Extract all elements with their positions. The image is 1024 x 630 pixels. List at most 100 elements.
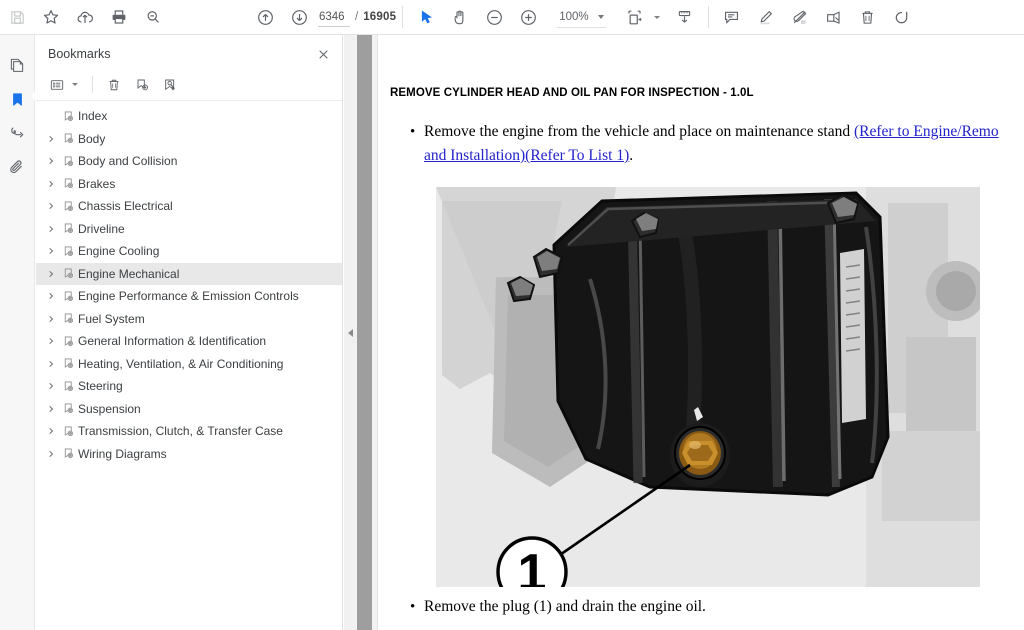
sidebar-item-signature[interactable] bbox=[2, 116, 32, 150]
favorite-button[interactable] bbox=[34, 2, 68, 32]
panel-collapse-handle[interactable] bbox=[344, 35, 357, 630]
bookmark-item[interactable]: Driveline bbox=[36, 218, 342, 241]
chevron-right-icon[interactable] bbox=[44, 270, 58, 278]
select-tool-button[interactable] bbox=[409, 2, 443, 32]
chevron-right-icon[interactable] bbox=[44, 427, 58, 435]
chevron-right-icon[interactable] bbox=[44, 405, 58, 413]
bookmark-item[interactable]: Wiring Diagrams bbox=[36, 443, 342, 466]
top-toolbar: / 16905 bbox=[0, 0, 1024, 35]
toolbar-annotation-group bbox=[715, 0, 919, 35]
refer-link-2[interactable]: and Installation)(Refer To List 1) bbox=[424, 147, 629, 164]
zoom-in-button[interactable] bbox=[511, 2, 545, 32]
document-viewer[interactable]: REMOVE CYLINDER HEAD AND OIL PAN FOR INS… bbox=[372, 35, 1024, 630]
bookmark-icon bbox=[58, 222, 78, 235]
bookmark-item[interactable]: Steering bbox=[36, 375, 342, 398]
bookmark-item[interactable]: Transmission, Clutch, & Transfer Case bbox=[36, 420, 342, 443]
bookmark-item-label: Engine Cooling bbox=[78, 244, 160, 259]
sidebar-item-attachments[interactable] bbox=[2, 150, 32, 184]
zoom-level-value: 100% bbox=[559, 10, 589, 23]
page-fit-button[interactable] bbox=[618, 2, 652, 32]
chevron-down-icon bbox=[597, 14, 604, 19]
rotate-button[interactable] bbox=[885, 2, 919, 32]
bookmark-item[interactable]: Engine Mechanical bbox=[36, 262, 342, 285]
bookmark-item[interactable]: Chassis Electrical bbox=[36, 195, 342, 218]
chevron-right-icon[interactable] bbox=[44, 157, 58, 165]
bookmark-icon bbox=[58, 380, 78, 393]
chevron-right-icon[interactable] bbox=[44, 247, 58, 255]
chevron-right-icon[interactable] bbox=[44, 450, 58, 458]
bookmark-icon bbox=[58, 290, 78, 303]
pdf-page: REMOVE CYLINDER HEAD AND OIL PAN FOR INS… bbox=[378, 35, 1024, 630]
chevron-right-icon[interactable] bbox=[44, 225, 58, 233]
bookmark-item-label: Chassis Electrical bbox=[78, 199, 173, 214]
print-button[interactable] bbox=[102, 2, 136, 32]
sidebar-item-bookmarks[interactable] bbox=[2, 82, 37, 116]
instruction-bullet-1: • Remove the engine from the vehicle and… bbox=[408, 120, 1024, 168]
bookmarks-toolbar-divider bbox=[92, 76, 93, 93]
vertical-scrollbar-track[interactable] bbox=[357, 35, 372, 630]
upload-button[interactable] bbox=[68, 2, 102, 32]
page-indicator: / 16905 bbox=[318, 7, 397, 27]
stamp-button[interactable] bbox=[817, 2, 851, 32]
chevron-right-icon[interactable] bbox=[44, 315, 58, 323]
chevron-right-icon[interactable] bbox=[44, 360, 58, 368]
pan-tool-button[interactable] bbox=[443, 2, 477, 32]
engine-oil-pan-photo: 1 bbox=[436, 187, 980, 587]
close-icon[interactable] bbox=[314, 45, 332, 63]
bookmark-item[interactable]: Suspension bbox=[36, 398, 342, 421]
highlight-button[interactable] bbox=[749, 2, 783, 32]
chevron-right-icon[interactable] bbox=[44, 382, 58, 390]
bookmark-item-label: Suspension bbox=[78, 401, 141, 416]
bookmark-item[interactable]: General Information & Identification bbox=[36, 330, 342, 353]
zoom-out-button[interactable] bbox=[477, 2, 511, 32]
stamp-download-button[interactable] bbox=[668, 2, 702, 32]
bookmarks-toolbar bbox=[36, 69, 342, 101]
bookmark-find-button[interactable] bbox=[157, 73, 183, 97]
bookmark-item[interactable]: Heating, Ventilation, & Air Conditioning bbox=[36, 353, 342, 376]
bookmark-icon bbox=[58, 267, 78, 280]
bookmark-item-label: Engine Performance & Emission Controls bbox=[78, 289, 299, 304]
bookmark-add-button[interactable] bbox=[129, 73, 155, 97]
bookmark-item[interactable]: Index bbox=[36, 105, 342, 128]
search-button[interactable] bbox=[136, 2, 170, 32]
refer-link-1[interactable]: (Refer to Engine/Remo bbox=[854, 123, 999, 140]
page-total: 16905 bbox=[363, 11, 397, 23]
bookmark-item[interactable]: Body bbox=[36, 128, 342, 151]
bookmarks-panel-title: Bookmarks bbox=[48, 47, 111, 61]
zoom-level-select[interactable]: 100% bbox=[557, 7, 606, 28]
bookmark-item-label: General Information & Identification bbox=[78, 334, 267, 349]
page-number-input[interactable] bbox=[318, 7, 350, 27]
bookmark-options-button[interactable] bbox=[44, 73, 82, 97]
bookmarks-tree: Index Body Body and Collision Brakes Chassis… bbox=[36, 101, 342, 630]
draw-button[interactable] bbox=[783, 2, 817, 32]
callout-number: 1 bbox=[518, 544, 547, 587]
toolbar-divider-2 bbox=[707, 6, 709, 28]
bookmark-item[interactable]: Body and Collision bbox=[36, 150, 342, 173]
chevron-left-icon bbox=[348, 328, 353, 337]
toolbar-page-nav-group: / 16905 bbox=[248, 0, 396, 35]
bookmark-item[interactable]: Engine Cooling bbox=[36, 240, 342, 263]
bookmark-item[interactable]: Fuel System bbox=[36, 308, 342, 331]
delete-button[interactable] bbox=[851, 2, 885, 32]
bookmark-item-label: Engine Mechanical bbox=[78, 266, 180, 281]
bookmark-icon bbox=[58, 200, 78, 213]
page-title: REMOVE CYLINDER HEAD AND OIL PAN FOR INS… bbox=[390, 87, 754, 99]
previous-page-button[interactable] bbox=[248, 2, 282, 32]
chevron-right-icon[interactable] bbox=[44, 202, 58, 210]
chevron-right-icon[interactable] bbox=[44, 180, 58, 188]
vertical-scrollbar-thumb[interactable] bbox=[357, 35, 372, 630]
next-page-button[interactable] bbox=[282, 2, 316, 32]
chevron-right-icon[interactable] bbox=[44, 337, 58, 345]
bookmark-item[interactable]: Engine Performance & Emission Controls bbox=[36, 285, 342, 308]
bookmark-item[interactable]: Brakes bbox=[36, 173, 342, 196]
bookmark-item-label: Wiring Diagrams bbox=[78, 446, 167, 461]
page-fit-chevron-icon[interactable] bbox=[653, 15, 660, 19]
chevron-right-icon[interactable] bbox=[44, 292, 58, 300]
sidebar-item-thumbnails[interactable] bbox=[2, 48, 32, 82]
chevron-right-icon[interactable] bbox=[44, 135, 58, 143]
comment-button[interactable] bbox=[715, 2, 749, 32]
bookmark-item-label: Body bbox=[78, 131, 106, 146]
bookmark-delete-button[interactable] bbox=[101, 73, 127, 97]
save-button[interactable] bbox=[0, 2, 34, 32]
bookmark-item-label: Body and Collision bbox=[78, 154, 178, 169]
